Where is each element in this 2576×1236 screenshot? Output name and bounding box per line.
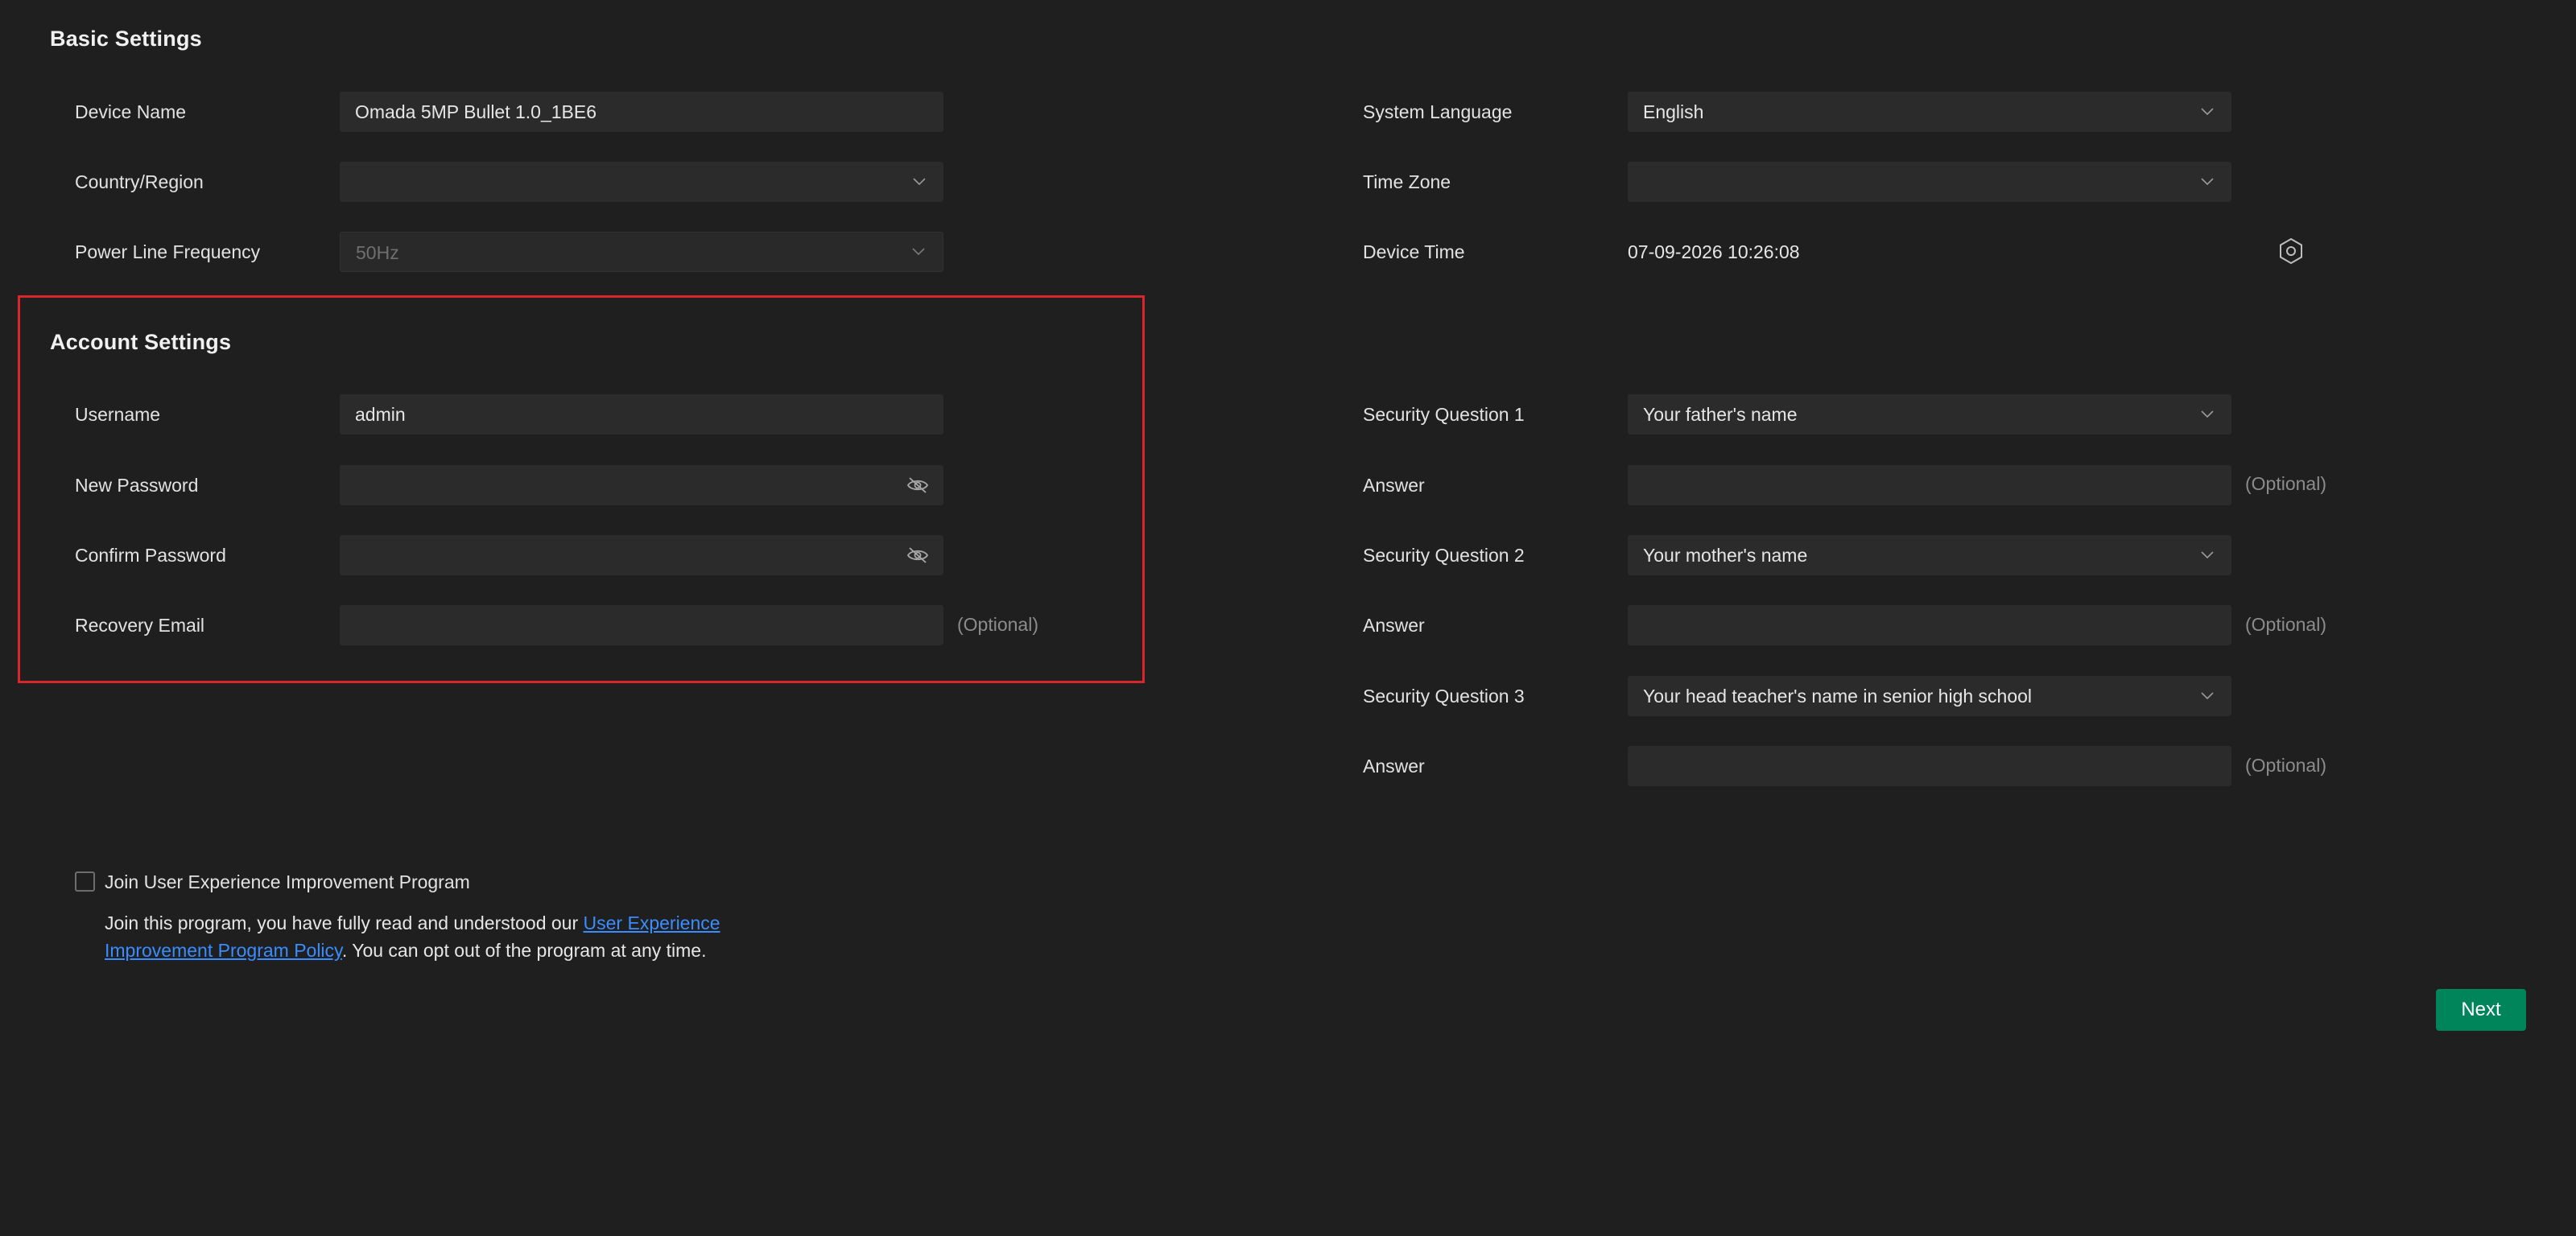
time-zone-select[interactable]	[1628, 162, 2231, 202]
power-line-frequency-value: 50Hz	[356, 242, 399, 263]
device-time-value: 07-09-2026 10:26:08	[1628, 241, 1800, 262]
security-question-1-select[interactable]: Your father's name	[1628, 394, 2231, 435]
answer-2-optional: (Optional)	[2245, 614, 2326, 635]
program-description: Join this program, you have fully read a…	[105, 909, 829, 964]
username-value: admin	[355, 404, 406, 425]
device-time-label: Device Time	[1363, 241, 1465, 262]
device-name-value: Omada 5MP Bullet 1.0_1BE6	[355, 101, 597, 122]
time-zone-label: Time Zone	[1363, 171, 1451, 192]
next-button[interactable]: Next	[2436, 989, 2526, 1031]
chevron-down-icon	[2201, 178, 2214, 186]
answer-1-optional: (Optional)	[2245, 473, 2326, 494]
security-question-3-select[interactable]: Your head teacher's name in senior high …	[1628, 676, 2231, 716]
answer-2-label: Answer	[1363, 615, 1425, 636]
security-question-3-label: Security Question 3	[1363, 686, 1525, 707]
chevron-down-icon	[2201, 551, 2214, 559]
program-desc-suffix: . You can opt out of the program at any …	[341, 940, 707, 961]
power-line-frequency-label: Power Line Frequency	[75, 241, 261, 262]
answer-1-label: Answer	[1363, 475, 1425, 496]
security-question-2-label: Security Question 2	[1363, 545, 1525, 566]
answer-3-optional: (Optional)	[2245, 755, 2326, 776]
security-question-1-value: Your father's name	[1643, 404, 1798, 425]
sync-settings-icon[interactable]	[2277, 237, 2305, 265]
recovery-email-label: Recovery Email	[75, 615, 205, 636]
chevron-down-icon	[2201, 410, 2214, 418]
security-question-2-select[interactable]: Your mother's name	[1628, 535, 2231, 575]
username-label: Username	[75, 404, 161, 425]
answer-3-input[interactable]	[1628, 746, 2231, 786]
answer-1-input[interactable]	[1628, 465, 2231, 505]
chevron-down-icon	[2201, 692, 2214, 700]
username-input[interactable]: admin	[340, 394, 943, 435]
chevron-down-icon	[2201, 108, 2214, 116]
chevron-down-icon	[913, 178, 926, 186]
join-program-checkbox[interactable]	[75, 871, 95, 892]
recovery-email-optional: (Optional)	[957, 614, 1038, 635]
power-line-frequency-select: 50Hz	[340, 232, 943, 272]
account-settings-title: Account Settings	[50, 330, 232, 354]
answer-2-input[interactable]	[1628, 605, 2231, 645]
country-region-label: Country/Region	[75, 171, 204, 192]
system-language-label: System Language	[1363, 101, 1513, 122]
confirm-password-input[interactable]	[340, 535, 943, 575]
program-desc-prefix: Join this program, you have fully read a…	[105, 913, 584, 933]
security-question-3-value: Your head teacher's name in senior high …	[1643, 686, 2033, 707]
country-region-select[interactable]	[340, 162, 943, 202]
new-password-label: New Password	[75, 475, 199, 496]
basic-settings-title: Basic Settings	[50, 27, 202, 51]
eye-off-icon[interactable]	[906, 476, 929, 494]
eye-off-icon[interactable]	[906, 546, 929, 564]
chevron-down-icon	[912, 248, 925, 256]
device-name-label: Device Name	[75, 101, 187, 122]
recovery-email-input[interactable]	[340, 605, 943, 645]
answer-3-label: Answer	[1363, 756, 1425, 777]
confirm-password-label: Confirm Password	[75, 545, 226, 566]
device-name-input[interactable]: Omada 5MP Bullet 1.0_1BE6	[340, 92, 943, 132]
join-program-label[interactable]: Join User Experience Improvement Program	[105, 869, 470, 895]
security-question-1-label: Security Question 1	[1363, 404, 1525, 425]
system-language-select[interactable]: English	[1628, 92, 2231, 132]
system-language-value: English	[1643, 101, 1704, 122]
new-password-input[interactable]	[340, 465, 943, 505]
security-question-2-value: Your mother's name	[1643, 545, 1808, 566]
